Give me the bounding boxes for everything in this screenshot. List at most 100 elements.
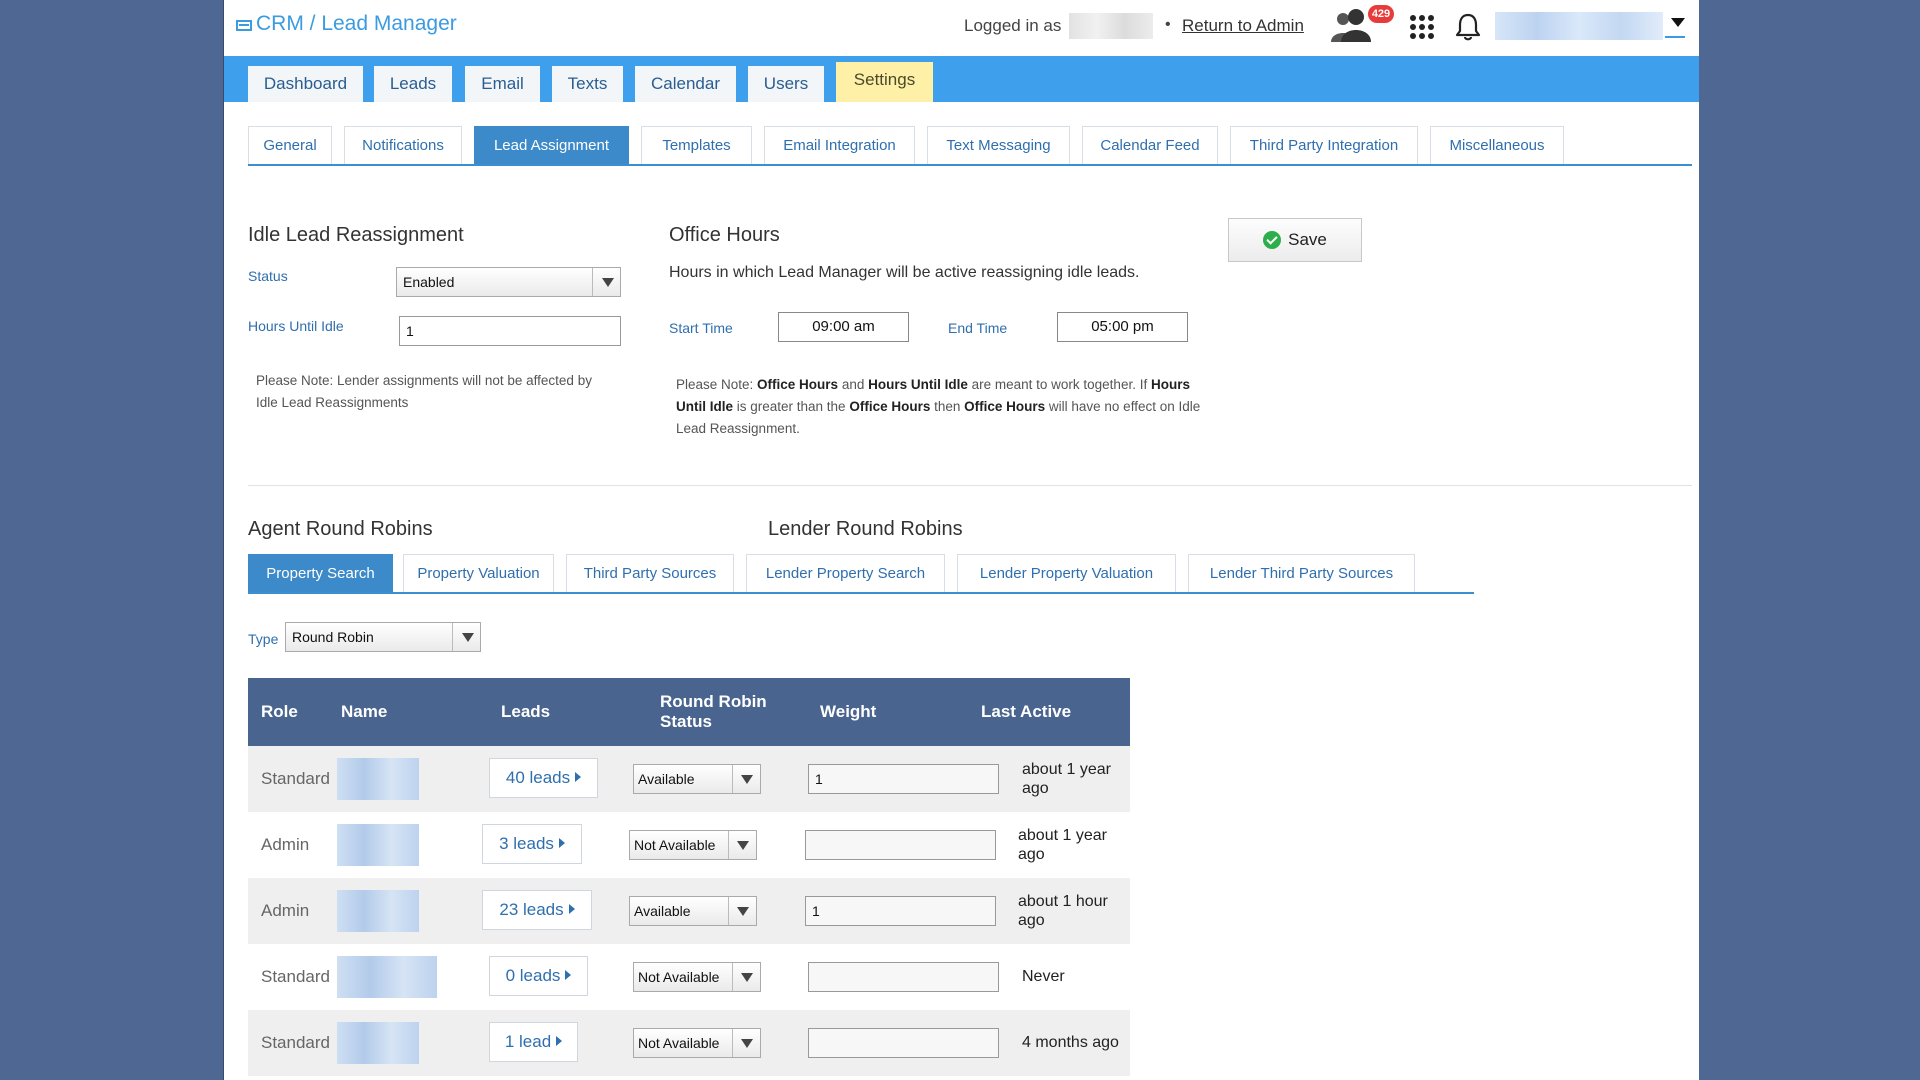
table-row: Standard 1 lead Not Available 4 months a… <box>248 1010 1130 1076</box>
separator-dot: • <box>1165 16 1171 33</box>
round-robin-status-select[interactable]: Not Available <box>633 1028 761 1058</box>
subtab-email-integration[interactable]: Email Integration <box>764 126 915 164</box>
round-robin-status-select[interactable]: Not Available <box>633 962 761 992</box>
rr-tab-property-search[interactable]: Property Search <box>248 554 393 592</box>
office-hours-note: Please Note: Office Hours and Hours Unti… <box>676 377 1201 436</box>
caret-right-icon <box>575 772 582 782</box>
leads-button[interactable]: 1 lead <box>489 1022 578 1062</box>
office-hours-title: Office Hours <box>669 224 780 246</box>
subtab-third-party-integration[interactable]: Third Party Integration <box>1230 126 1418 164</box>
tab-calendar[interactable]: Calendar <box>635 66 736 102</box>
settings-subnav: General Notifications Lead Assignment Te… <box>248 126 1692 166</box>
redacted-name <box>337 890 419 932</box>
subtab-notifications[interactable]: Notifications <box>344 126 462 164</box>
row-role: Admin <box>261 835 310 854</box>
end-time-label: End Time <box>948 320 1008 336</box>
type-label: Type <box>248 631 279 647</box>
apps-grid-icon[interactable] <box>1410 15 1434 39</box>
subtab-lead-assignment[interactable]: Lead Assignment <box>474 126 629 164</box>
row-role: Standard <box>261 769 330 788</box>
save-button-label: Save <box>1288 230 1327 249</box>
section-divider <box>248 485 1692 486</box>
leads-button[interactable]: 23 leads <box>482 890 592 930</box>
redacted-name <box>337 824 419 866</box>
subtab-general[interactable]: General <box>248 126 332 164</box>
rr-tab-lender-property-search[interactable]: Lender Property Search <box>746 554 945 592</box>
window-icon <box>236 19 252 31</box>
leads-button[interactable]: 3 leads <box>482 824 582 864</box>
table-row: Standard 40 leads Available 1 about 1 ye… <box>248 746 1130 812</box>
rr-tab-property-valuation[interactable]: Property Valuation <box>403 554 554 592</box>
app-brand[interactable]: CRM / Lead Manager <box>236 12 457 36</box>
chevron-down-icon <box>732 765 760 793</box>
account-underline <box>1665 36 1685 38</box>
bell-icon[interactable] <box>1454 12 1482 42</box>
chevron-down-icon <box>728 897 756 925</box>
return-to-admin-link[interactable]: Return to Admin <box>1182 16 1304 36</box>
type-select[interactable]: Round Robin <box>285 622 481 652</box>
last-active: about 1 year ago <box>1018 827 1107 863</box>
row-role: Standard <box>261 1033 330 1052</box>
notification-count-badge: 429 <box>1368 5 1394 23</box>
tab-leads[interactable]: Leads <box>374 66 452 102</box>
rr-tab-lender-property-valuation[interactable]: Lender Property Valuation <box>957 554 1176 592</box>
tab-users[interactable]: Users <box>748 66 824 102</box>
chevron-down-icon <box>592 268 620 296</box>
chevron-down-icon <box>732 963 760 991</box>
subtab-miscellaneous[interactable]: Miscellaneous <box>1430 126 1564 164</box>
tab-settings[interactable]: Settings <box>836 62 933 102</box>
status-select-value: Enabled <box>403 274 455 290</box>
redacted-name <box>337 956 437 998</box>
chevron-down-icon <box>452 623 480 651</box>
last-active: about 1 year ago <box>1022 761 1111 797</box>
leads-button[interactable]: 0 leads <box>489 956 588 996</box>
tab-texts[interactable]: Texts <box>552 66 623 102</box>
leads-button[interactable]: 40 leads <box>489 758 598 798</box>
caret-right-icon <box>556 1036 563 1046</box>
last-active: Never <box>1022 968 1065 985</box>
subtab-text-messaging[interactable]: Text Messaging <box>927 126 1070 164</box>
status-label: Status <box>248 268 288 284</box>
start-time-label: Start Time <box>669 320 733 336</box>
tab-dashboard[interactable]: Dashboard <box>248 66 363 102</box>
caret-right-icon <box>568 904 575 914</box>
weight-input[interactable] <box>805 830 996 860</box>
round-robin-table: Role Name Leads Round Robin Status Weigh… <box>248 678 1130 1076</box>
weight-input[interactable] <box>808 962 999 992</box>
col-last-active: Last Active <box>981 702 1072 721</box>
row-role: Admin <box>261 901 310 920</box>
main-nav: Dashboard Leads Email Texts Calendar Use… <box>224 56 1699 102</box>
status-select[interactable]: Enabled <box>396 267 621 297</box>
top-header: CRM / Lead Manager Logged in as • Return… <box>224 0 1699 56</box>
app-title: CRM / Lead Manager <box>256 12 457 35</box>
office-hours-description: Hours in which Lead Manager will be acti… <box>669 264 1140 281</box>
col-round-robin-status: Round Robin Status <box>660 692 767 731</box>
table-row: Admin 23 leads Available 1 about 1 hour … <box>248 878 1130 944</box>
redacted-name <box>337 1022 419 1064</box>
end-time-input[interactable]: 05:00 pm <box>1057 312 1188 342</box>
subtab-templates[interactable]: Templates <box>641 126 752 164</box>
app-window: CRM / Lead Manager Logged in as • Return… <box>223 0 1699 1080</box>
save-button[interactable]: Save <box>1228 218 1362 262</box>
start-time-input[interactable]: 09:00 am <box>778 312 909 342</box>
weight-input[interactable]: 1 <box>805 896 996 926</box>
redacted-username <box>1069 13 1153 39</box>
round-robin-status-select[interactable]: Not Available <box>629 830 757 860</box>
col-role: Role <box>261 702 298 721</box>
hours-until-idle-input[interactable]: 1 <box>399 316 621 346</box>
weight-input[interactable]: 1 <box>808 764 999 794</box>
rr-tab-lender-third-party-sources[interactable]: Lender Third Party Sources <box>1188 554 1415 592</box>
weight-input[interactable] <box>808 1028 999 1058</box>
chevron-down-icon[interactable] <box>1671 18 1685 27</box>
tab-email[interactable]: Email <box>465 66 540 102</box>
rr-tab-third-party-sources[interactable]: Third Party Sources <box>566 554 734 592</box>
logged-in-label: Logged in as <box>964 16 1062 35</box>
type-select-value: Round Robin <box>292 629 374 645</box>
last-active: about 1 hour ago <box>1018 893 1108 929</box>
idle-reassignment-title: Idle Lead Reassignment <box>248 224 464 246</box>
round-robin-status-select[interactable]: Available <box>633 764 761 794</box>
table-row: Admin 3 leads Not Available about 1 year… <box>248 812 1130 878</box>
subtab-calendar-feed[interactable]: Calendar Feed <box>1082 126 1218 164</box>
redacted-account-name[interactable] <box>1495 12 1663 40</box>
round-robin-status-select[interactable]: Available <box>629 896 757 926</box>
